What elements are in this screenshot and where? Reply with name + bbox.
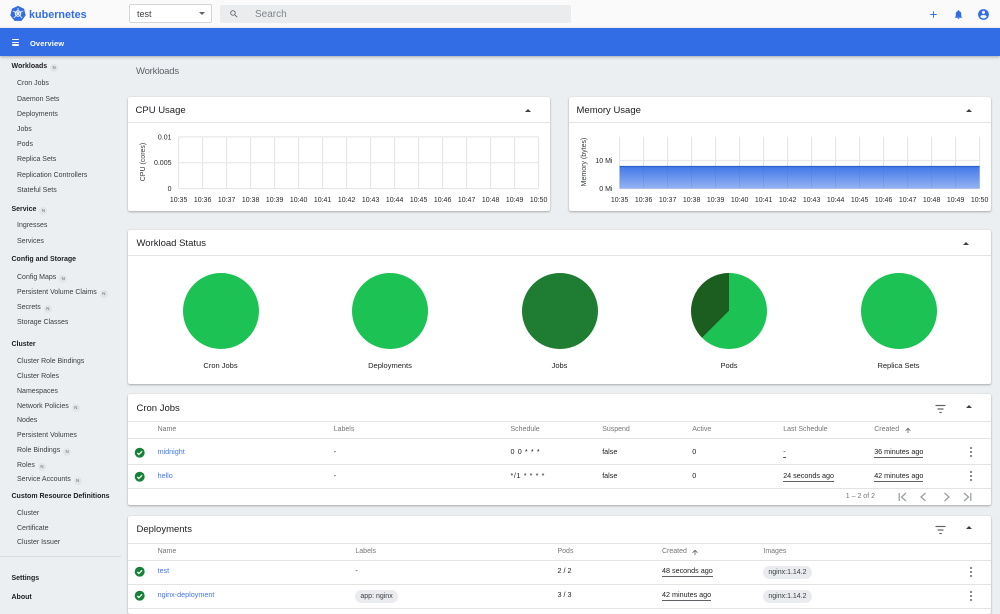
svg-text:10:42: 10:42: [338, 197, 356, 204]
svg-text:10:43: 10:43: [362, 197, 380, 204]
svg-text:10:48: 10:48: [482, 197, 500, 204]
svg-text:10:49: 10:49: [506, 197, 524, 204]
svg-text:CPU (cores): CPU (cores): [140, 143, 147, 182]
svg-text:10:46: 10:46: [875, 197, 893, 204]
svg-text:10:46: 10:46: [434, 197, 452, 204]
svg-text:10 Mi: 10 Mi: [595, 158, 613, 165]
svg-text:10:37: 10:37: [218, 197, 236, 204]
svg-text:10:48: 10:48: [923, 197, 941, 204]
svg-text:10:44: 10:44: [827, 197, 845, 204]
svg-text:10:50: 10:50: [530, 197, 548, 204]
svg-text:10:41: 10:41: [314, 197, 332, 204]
svg-text:0.005: 0.005: [154, 160, 172, 167]
svg-text:10:49: 10:49: [947, 197, 965, 204]
svg-text:10:42: 10:42: [779, 197, 797, 204]
svg-text:0.01: 0.01: [158, 134, 172, 141]
svg-text:10:36: 10:36: [194, 197, 212, 204]
svg-text:10:40: 10:40: [731, 197, 749, 204]
svg-text:10:40: 10:40: [290, 197, 308, 204]
svg-text:10:50: 10:50: [971, 197, 989, 204]
svg-text:0 Mi: 0 Mi: [599, 186, 613, 193]
svg-text:10:35: 10:35: [611, 197, 629, 204]
svg-text:10:39: 10:39: [707, 197, 725, 204]
svg-text:10:47: 10:47: [899, 197, 917, 204]
svg-text:10:37: 10:37: [659, 197, 677, 204]
svg-text:Memory (bytes): Memory (bytes): [581, 138, 588, 187]
svg-text:0: 0: [168, 186, 172, 193]
svg-text:10:38: 10:38: [683, 197, 701, 204]
svg-text:10:45: 10:45: [851, 197, 869, 204]
svg-text:10:41: 10:41: [755, 197, 773, 204]
svg-text:10:39: 10:39: [266, 197, 284, 204]
svg-text:10:44: 10:44: [386, 197, 404, 204]
svg-text:10:47: 10:47: [458, 197, 476, 204]
svg-text:10:38: 10:38: [242, 197, 260, 204]
svg-text:10:35: 10:35: [170, 197, 188, 204]
svg-text:10:45: 10:45: [410, 197, 428, 204]
svg-text:10:36: 10:36: [635, 197, 653, 204]
svg-text:10:43: 10:43: [803, 197, 821, 204]
